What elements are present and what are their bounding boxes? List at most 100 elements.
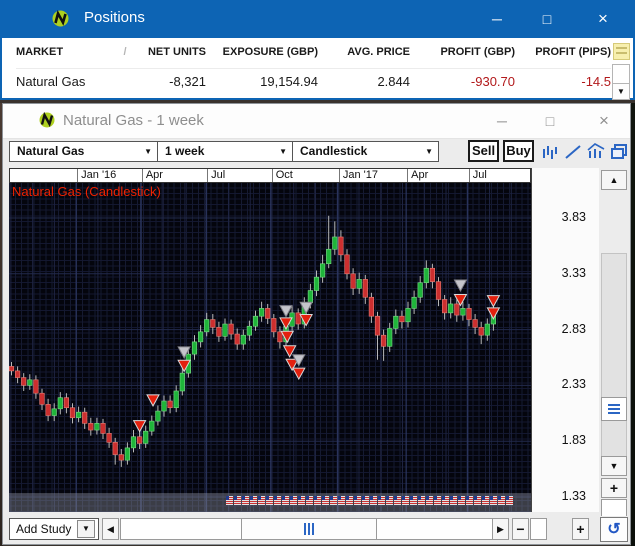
candle-body	[21, 378, 26, 386]
x-axis-separator	[339, 169, 340, 183]
candle-body	[442, 299, 447, 312]
candlestick-series	[9, 216, 496, 467]
horizontal-scroll-thumb[interactable]	[241, 519, 377, 539]
x-axis-label: Apr	[146, 169, 163, 181]
chart-type-dropdown[interactable]: Candlestick ▼	[292, 141, 439, 162]
duplicate-chart-icon[interactable]	[609, 142, 629, 161]
scroll-up-icon[interactable]: ▲	[601, 170, 627, 190]
vertical-scroll-thumb[interactable]	[601, 397, 627, 421]
sell-marker[interactable]	[134, 421, 146, 432]
minimize-button[interactable]: ─	[480, 4, 514, 34]
price-chart[interactable]: Natural Gas (Candlestick)	[9, 183, 531, 512]
sell-marker[interactable]	[147, 395, 159, 406]
chevron-down-icon: ▼	[77, 520, 95, 538]
candle-body	[82, 412, 87, 423]
column-header-profit-pips[interactable]: PROFIT (PIPS)	[515, 46, 611, 58]
candle-body	[424, 268, 429, 283]
column-header-exposure[interactable]: EXPOSURE (GBP)	[206, 46, 318, 58]
column-header-market[interactable]: MARKET	[16, 46, 116, 58]
candle-body	[320, 264, 325, 277]
period-dropdown[interactable]: 1 week ▼	[157, 141, 293, 162]
refresh-button[interactable]: ↺	[600, 517, 628, 542]
vertical-scroll-track[interactable]	[601, 253, 627, 475]
chevron-down-icon: ▼	[279, 142, 287, 161]
scroll-down-icon[interactable]: ▼	[601, 456, 627, 476]
panel-menu-icon[interactable]	[613, 43, 630, 60]
hzoom-out-button[interactable]: −	[512, 518, 529, 540]
maximize-button[interactable]: □	[533, 106, 567, 136]
order-marker[interactable]	[454, 280, 466, 291]
zoom-in-button[interactable]: +	[601, 478, 627, 498]
y-axis: 3.833.332.832.331.831.33	[531, 168, 599, 512]
column-header-net-units[interactable]: NET UNITS	[134, 46, 206, 58]
candle-body	[150, 421, 155, 431]
candle-body	[125, 448, 130, 460]
screen: Positions ─ □ × MARKET / NET UNITS EXPOS…	[0, 0, 635, 546]
y-axis-label: 3.33	[562, 266, 586, 280]
candle-body	[387, 328, 392, 346]
maximize-button[interactable]: □	[530, 4, 564, 34]
draw-trendline-icon[interactable]	[563, 142, 583, 161]
y-axis-label: 3.83	[562, 210, 586, 224]
vertical-zoom-slider[interactable]	[601, 499, 627, 517]
scroll-down-icon[interactable]: ▼	[613, 83, 629, 99]
positions-scrollbar[interactable]: ▼	[612, 64, 630, 100]
column-header-avg-price[interactable]: AVG. PRICE	[318, 46, 410, 58]
candle-body	[235, 334, 240, 344]
candle-body	[223, 324, 228, 336]
x-axis-separator	[407, 169, 408, 183]
table-row[interactable]: Natural Gas -8,321 19,154.94 2.844 -930.…	[16, 68, 611, 89]
y-axis-label: 1.83	[562, 433, 586, 447]
candle-body	[381, 335, 386, 346]
candle-body	[241, 335, 246, 344]
hzoom-in-button[interactable]: +	[572, 518, 589, 540]
cell-profit-pips: -14.5	[515, 74, 611, 89]
candle-body	[412, 297, 417, 308]
candle-body	[278, 332, 283, 342]
candle-body	[180, 373, 185, 391]
chart-window: Natural Gas - 1 week ─ □ × Natural Gas ▼…	[2, 103, 631, 545]
candle-body	[436, 282, 441, 300]
chevron-down-icon: ▼	[425, 142, 433, 161]
positions-titlebar[interactable]: Positions ─ □ ×	[0, 0, 635, 38]
minimize-button[interactable]: ─	[485, 106, 519, 136]
buy-button[interactable]: Buy	[503, 140, 534, 162]
horizontal-scroll-track[interactable]	[120, 518, 509, 540]
scroll-right-icon[interactable]: ▶	[492, 518, 509, 540]
studies-chart-icon[interactable]	[586, 142, 606, 161]
candle-body	[455, 304, 460, 315]
sell-marker[interactable]	[281, 331, 293, 342]
close-button[interactable]: ×	[586, 4, 620, 34]
candle-body	[119, 455, 124, 461]
column-header-profit-gbp[interactable]: PROFIT (GBP)	[410, 46, 515, 58]
candle-body	[448, 304, 453, 313]
market-dropdown[interactable]: Natural Gas ▼	[9, 141, 158, 162]
bottom-toolbar: Add Study ▼ ◀ ▶ − + ↺	[3, 516, 630, 544]
sell-button[interactable]: Sell	[468, 140, 499, 162]
x-axis-label: Oct	[276, 169, 293, 181]
candle-body	[265, 308, 270, 318]
chart-titlebar[interactable]: Natural Gas - 1 week ─ □ ×	[3, 104, 630, 139]
candle-body	[314, 277, 319, 290]
candle-body	[400, 316, 405, 322]
candle-body	[204, 320, 209, 332]
background-right-strip	[631, 103, 635, 546]
sell-marker[interactable]	[293, 368, 305, 379]
candle-body	[15, 371, 20, 378]
close-button[interactable]: ×	[587, 106, 621, 136]
positions-window-title: Positions	[84, 9, 145, 26]
candle-body	[253, 316, 258, 326]
y-axis-label: 2.83	[562, 322, 586, 336]
candle-body	[58, 398, 63, 409]
scroll-left-icon[interactable]: ◀	[102, 518, 119, 540]
candle-body	[46, 404, 51, 415]
add-study-dropdown[interactable]: Add Study ▼	[9, 518, 99, 540]
candle-body	[272, 318, 277, 331]
chevron-down-icon: ▼	[144, 142, 152, 161]
candle-body	[107, 433, 112, 442]
hzoom-slider[interactable]	[530, 518, 547, 540]
chart-bars-icon[interactable]	[540, 142, 560, 161]
candle-body	[143, 431, 148, 443]
candle-body	[473, 320, 478, 328]
candle-body	[113, 442, 118, 454]
